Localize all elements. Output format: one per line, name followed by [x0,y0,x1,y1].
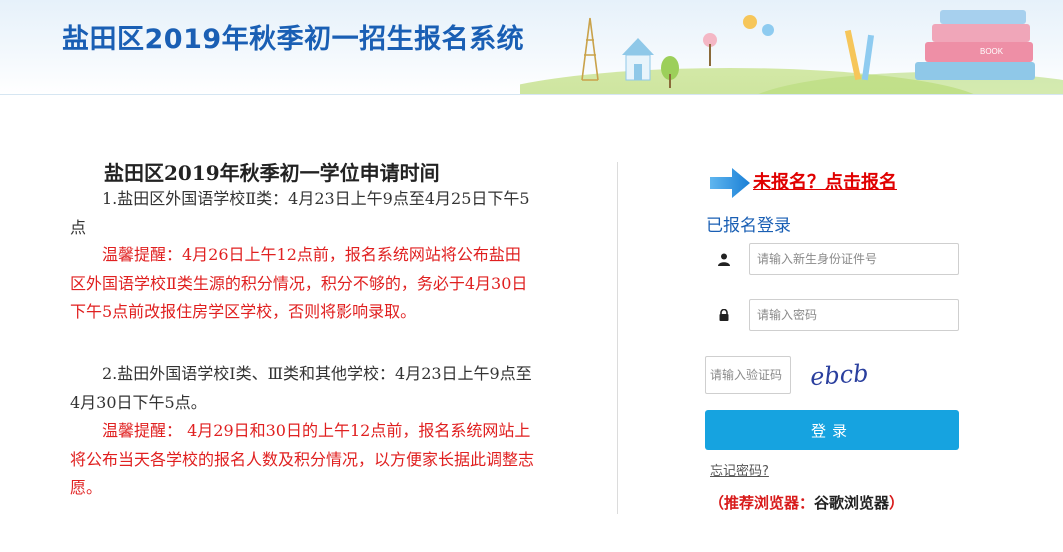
forgot-password-link[interactable]: 忘记密码? [710,460,769,479]
column-divider [617,162,618,514]
captcha-input[interactable] [705,356,791,394]
site-title: 盐田区2019年秋季初一招生报名系统 [62,24,525,55]
banner-illustration: BOOK [520,10,1063,94]
browser-value: 谷歌浏览器 [814,494,890,512]
books-drawing: BOOK [915,10,1035,80]
recommended-browser-note: （推荐浏览器：谷歌浏览器） [709,492,904,513]
id-number-input[interactable] [749,243,959,275]
browser-close: ） [889,494,905,512]
lock-icon [706,299,742,331]
notice-title: 盐田区2019年秋季初一学位申请时间 [104,161,440,185]
notice-item: 2.盐田外国语学校Ⅰ类、Ⅲ类和其他学校：4月23日上午9点至4月30日下午5点。 [70,364,532,412]
house-drawing [622,38,654,81]
user-icon [706,243,742,275]
register-link[interactable]: 未报名？点击报名 [753,168,897,194]
login-button[interactable]: 登录 [705,410,959,450]
notice-reminder: 温馨提醒：4月26日上午12点前，报名系统网站将公布盐田区外国语学校Ⅱ类生源的积… [70,245,528,321]
captcha-text: ebcb [809,359,869,390]
site-header: 盐田区2019年秋季初一招生报名系统 BOOK [0,0,1063,95]
login-heading: 已报名登录 [706,216,791,236]
right-arrow-icon [710,168,750,198]
notice-reminder: 温馨提醒： 4月29日和30日的上午12点前，报名系统网站上将公布当天各学校的报… [70,421,535,497]
notice-item: 1.盐田区外国语学校Ⅱ类：4月23日上午9点至4月25日下午5点 [70,189,530,237]
password-input[interactable] [749,299,959,331]
tower-drawing [581,17,599,81]
captcha-image[interactable]: ebcb [806,358,874,390]
book-label: BOOK [980,47,1004,56]
browser-label: （推荐浏览器： [709,494,815,512]
